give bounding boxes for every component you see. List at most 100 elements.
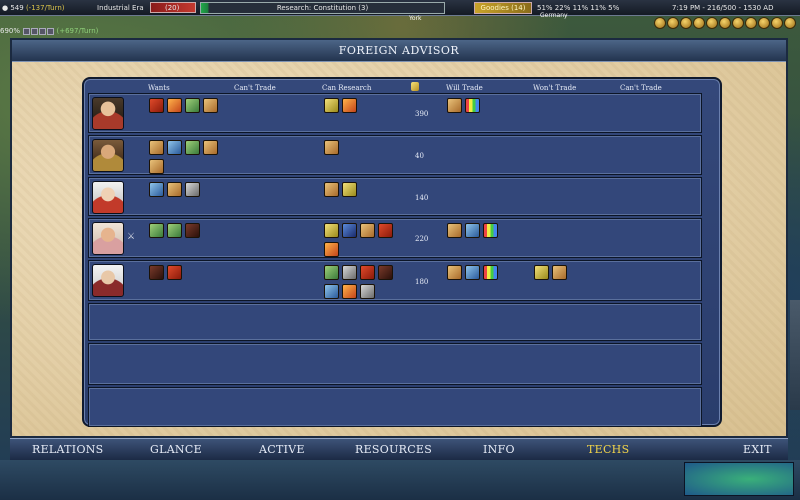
gold-amount: 549 [10, 4, 24, 12]
leader-gold-value: 40 [415, 152, 424, 160]
advisor-icon-2[interactable] [667, 17, 679, 29]
tech-icon[interactable] [465, 265, 480, 280]
tech-icon[interactable] [447, 98, 462, 113]
tech-icon[interactable] [185, 223, 200, 238]
tab-glance[interactable]: GLANCE [150, 443, 202, 456]
advisor-icon-6[interactable] [719, 17, 731, 29]
tab-relations[interactable]: RELATIONS [32, 443, 104, 456]
tech-icon[interactable] [465, 98, 480, 113]
tech-icon[interactable] [167, 265, 182, 280]
exit-button[interactable]: EXIT [743, 443, 772, 456]
culture-bar[interactable]: Goodies (14) [474, 2, 532, 14]
leader-gold-value: 390 [415, 110, 429, 118]
tech-icon[interactable] [149, 140, 164, 155]
tech-icon[interactable] [149, 265, 164, 280]
tech-icon[interactable] [324, 98, 339, 113]
tech-icon[interactable] [185, 140, 200, 155]
tech-icon[interactable] [185, 182, 200, 197]
tech-trade-panel: Wants Can't Trade Can Research Will Trad… [82, 77, 722, 427]
bottom-hud [0, 460, 800, 500]
tech-icon[interactable] [324, 182, 339, 197]
advisor-icon-8[interactable] [745, 17, 757, 29]
tech-icon[interactable] [378, 223, 393, 238]
tech-icon[interactable] [342, 182, 357, 197]
advisor-icon-4[interactable] [693, 17, 705, 29]
tech-icon[interactable] [342, 284, 357, 299]
advisor-icon-1[interactable] [654, 17, 666, 29]
game-clock: 7:19 PM - 216/500 - 1530 AD [672, 4, 774, 12]
tech-icon[interactable] [360, 265, 375, 280]
leader-row: 180 [88, 260, 702, 301]
tech-icon[interactable] [324, 140, 339, 155]
slider-control-3[interactable] [39, 27, 47, 35]
tech-icon[interactable] [360, 284, 375, 299]
column-header-will-trade: Will Trade [446, 84, 483, 92]
advisor-icon-11[interactable] [784, 17, 796, 29]
leader-portrait[interactable] [92, 139, 124, 172]
leader-gold-value: 220 [415, 235, 429, 243]
slider-control-2[interactable] [31, 27, 39, 35]
tech-icon[interactable] [342, 265, 357, 280]
treasury-readout: ● 549 (-137/Turn) [2, 4, 65, 12]
tech-icon[interactable] [149, 223, 164, 238]
column-header-wants: Wants [148, 84, 170, 92]
window-title: FOREIGN ADVISOR [12, 40, 786, 62]
leader-portrait[interactable] [92, 264, 124, 297]
advisor-icon-7[interactable] [732, 17, 744, 29]
empty-row [88, 343, 702, 385]
tech-icon[interactable] [465, 223, 480, 238]
tab-resources[interactable]: RESOURCES [355, 443, 432, 456]
commerce-sliders[interactable]: 51% 22% 11% 11% 5% [537, 4, 619, 12]
leader-row: 390 [88, 93, 702, 133]
tech-icon[interactable] [167, 223, 182, 238]
tech-icon[interactable] [447, 265, 462, 280]
leader-portrait[interactable] [92, 181, 124, 214]
slider-control-4[interactable] [47, 27, 55, 35]
tab-active[interactable]: ACTIVE [259, 443, 305, 456]
advisor-icon-row [653, 14, 796, 30]
tech-icon[interactable] [167, 140, 182, 155]
secondary-rate: (+697/Turn) [56, 27, 99, 35]
leader-portrait[interactable] [92, 97, 124, 130]
tech-icon[interactable] [149, 182, 164, 197]
empty-row [88, 387, 702, 427]
tech-icon[interactable] [342, 98, 357, 113]
great-person-bar[interactable]: (20) [150, 2, 196, 13]
tech-icon[interactable] [324, 284, 339, 299]
tech-icon[interactable] [167, 98, 182, 113]
tech-icon[interactable] [342, 223, 357, 238]
tech-icon[interactable] [167, 182, 182, 197]
tech-icon[interactable] [324, 223, 339, 238]
tech-icon[interactable] [378, 265, 393, 280]
tech-icon[interactable] [534, 265, 549, 280]
tab-info[interactable]: INFO [483, 443, 515, 456]
leader-row: 40 [88, 135, 702, 175]
tech-icon[interactable] [203, 98, 218, 113]
tech-icon[interactable] [149, 98, 164, 113]
empty-row [88, 303, 702, 341]
tech-icon[interactable] [149, 159, 164, 174]
research-progress-bar[interactable]: Research: Constitution (3) [200, 2, 445, 14]
tech-icon[interactable] [483, 265, 498, 280]
tech-icon[interactable] [552, 265, 567, 280]
culture-label: Goodies (14) [480, 4, 526, 12]
leader-row: ⚔ 220 [88, 218, 702, 258]
tech-icon[interactable] [483, 223, 498, 238]
advisor-icon-3[interactable] [680, 17, 692, 29]
advisor-tab-bar: RELATIONS GLANCE ACTIVE RESOURCES INFO T… [10, 438, 788, 460]
tech-icon[interactable] [203, 140, 218, 155]
advisor-icon-9[interactable] [758, 17, 770, 29]
advisor-icon-5[interactable] [706, 17, 718, 29]
tech-icon[interactable] [360, 223, 375, 238]
tech-icon[interactable] [185, 98, 200, 113]
column-header-can-research: Can Research [322, 84, 372, 92]
tech-icon[interactable] [447, 223, 462, 238]
side-scrollbar[interactable] [790, 300, 800, 410]
advisor-icon-10[interactable] [771, 17, 783, 29]
leader-portrait[interactable] [92, 222, 124, 255]
tab-techs[interactable]: TECHS [587, 443, 629, 456]
tech-icon[interactable] [324, 265, 339, 280]
minimap[interactable] [684, 462, 794, 496]
tech-icon[interactable] [324, 242, 339, 257]
slider-control-1[interactable] [23, 27, 31, 35]
